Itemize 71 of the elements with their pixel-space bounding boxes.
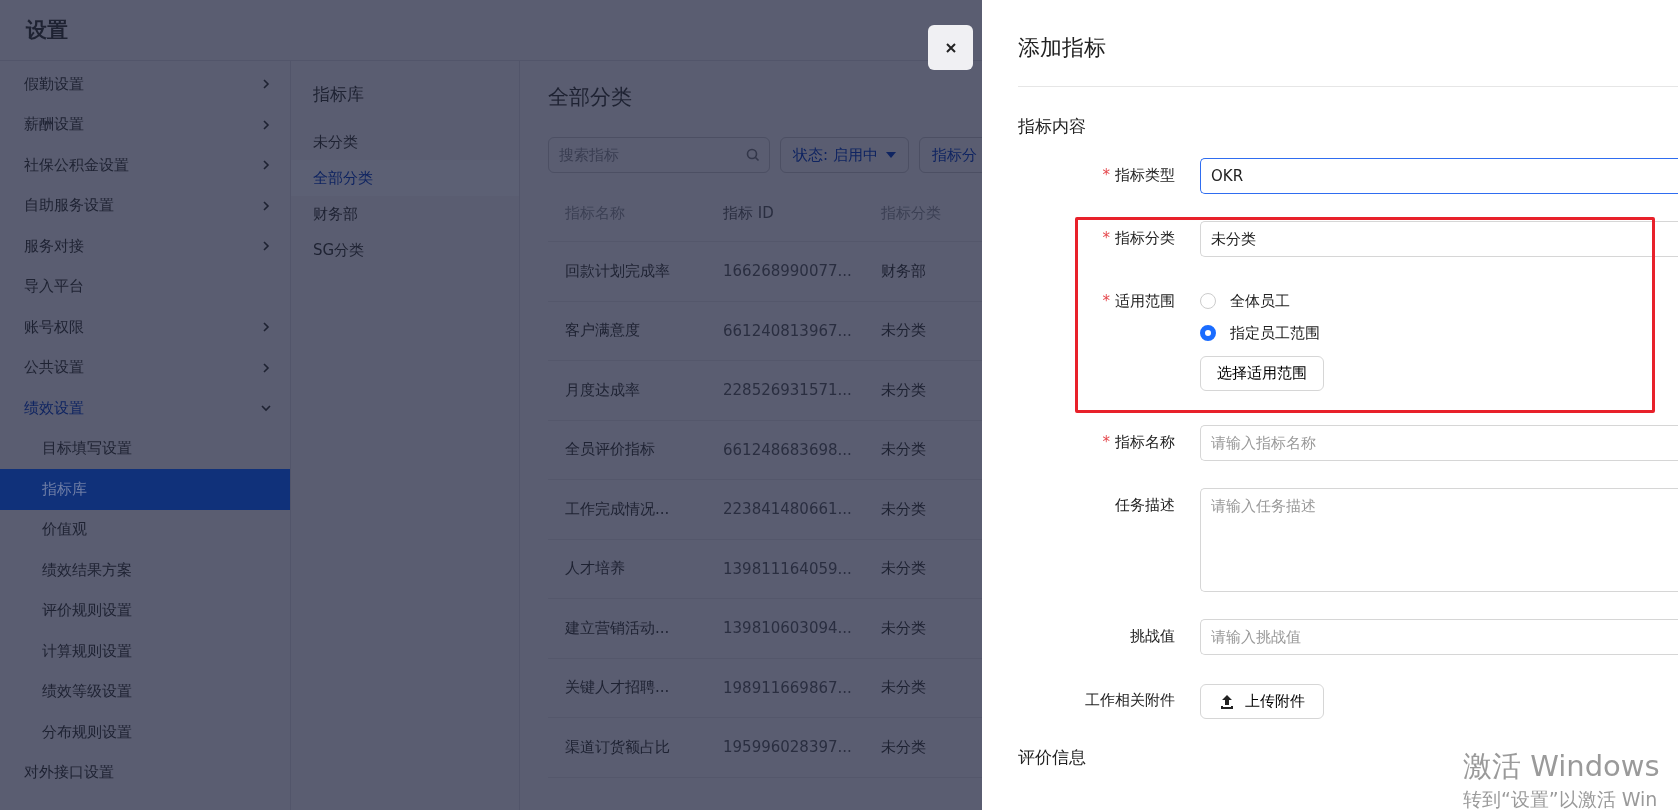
drawer-title: 添加指标 <box>1018 0 1678 87</box>
field-label: 任务描述 <box>1115 496 1175 515</box>
field-label: 指标名称 <box>1115 433 1175 452</box>
table-cell-text: 未分类 <box>881 499 927 519</box>
upload-icon <box>1219 693 1235 710</box>
radio-button[interactable] <box>1200 325 1216 341</box>
chevron-icon <box>260 78 272 91</box>
category-item[interactable]: SG分类 <box>291 232 519 268</box>
chevron-icon <box>260 118 272 131</box>
table-cell-text: 关键人才招聘... <box>565 678 671 698</box>
field-label: 指标分类 <box>1115 229 1175 248</box>
table-cell-text: 建立营销活动... <box>565 618 671 638</box>
sidebar-item[interactable]: 绩效设置 <box>0 388 290 429</box>
table-cell-text: 未分类 <box>881 321 927 341</box>
radio-label: 指定员工范围 <box>1230 323 1320 343</box>
table-cell-text: 工作完成情况... <box>565 499 671 519</box>
table-cell-text: 未分类 <box>881 737 927 757</box>
field-label: 挑战值 <box>1130 627 1175 646</box>
table-cell-text: 客户满意度 <box>565 321 641 341</box>
sidebar-item[interactable]: 账号权限 <box>0 307 290 348</box>
chevron-icon <box>260 361 272 374</box>
field-label: 适用范围 <box>1115 292 1175 311</box>
search-icon <box>746 148 760 162</box>
table-cell-text: 财务部 <box>881 261 927 281</box>
caret-icon <box>885 152 896 158</box>
table-cell-text: 未分类 <box>881 559 927 579</box>
table-cell-text: 未分类 <box>881 380 927 400</box>
chevron-icon <box>260 321 272 334</box>
field-label: 指标类型 <box>1115 166 1175 185</box>
select-scope-button[interactable]: 选择适用范围 <box>1200 356 1324 391</box>
table-cell-text: 未分类 <box>881 618 927 638</box>
required-mark: * <box>1102 292 1110 310</box>
chevron-icon <box>260 159 272 172</box>
sidebar-item[interactable]: 导入平台 <box>0 266 290 307</box>
sidebar-item[interactable]: 服务对接 <box>0 226 290 267</box>
table-cell-text: 回款计划完成率 <box>565 261 671 281</box>
select-field[interactable]: OKR <box>1200 158 1678 194</box>
chevron-icon <box>260 199 272 212</box>
section-title: 全部分类 <box>548 84 633 111</box>
textarea-field[interactable]: 请输入任务描述 <box>1200 488 1678 592</box>
activation-title: 激活 Windows <box>1463 748 1660 785</box>
sidebar-subitem[interactable]: 指标库 <box>0 469 290 510</box>
filter-dropdown[interactable]: 状态: 启用中 <box>780 137 909 173</box>
activation-subtitle: 转到“设置”以激活 Win <box>1463 787 1659 810</box>
input-field[interactable]: 请输入挑战值 <box>1200 619 1678 655</box>
category-item[interactable]: 未分类 <box>291 124 519 160</box>
page-title: 设置 <box>26 17 68 44</box>
table-cell-text: 未分类 <box>881 440 927 460</box>
section-title: 评价信息 <box>1018 747 1086 767</box>
section-title: 指标内容 <box>1018 115 1087 138</box>
sidebar-subitem[interactable]: 绩效结果方案 <box>0 550 290 591</box>
required-mark: * <box>1102 229 1110 247</box>
radio-label: 全体员工 <box>1230 291 1290 311</box>
close-button[interactable] <box>928 25 973 70</box>
panel-title: 指标库 <box>312 83 365 106</box>
required-mark: * <box>1102 166 1110 184</box>
table-cell-text: 人才培养 <box>565 559 626 579</box>
required-mark: * <box>1102 433 1110 451</box>
table-cell-text: 月度达成率 <box>565 380 641 400</box>
sidebar-subitem[interactable]: 价值观 <box>0 509 290 550</box>
input-field[interactable]: 请输入指标名称 <box>1200 425 1678 461</box>
table-cell-text: 渠道订货额占比 <box>565 737 671 757</box>
table-cell-text: 未分类 <box>881 678 927 698</box>
filter-dropdown[interactable]: 指标分 <box>918 137 982 173</box>
chevron-icon <box>260 240 272 253</box>
category-item[interactable]: 财务部 <box>291 196 519 232</box>
table-cell-text: 全员评价指标 <box>565 440 656 460</box>
select-field[interactable]: 未分类 <box>1200 221 1678 257</box>
close-icon <box>944 41 957 54</box>
upload-button[interactable]: 上传附件 <box>1200 684 1324 719</box>
field-label: 工作相关附件 <box>1085 691 1175 710</box>
